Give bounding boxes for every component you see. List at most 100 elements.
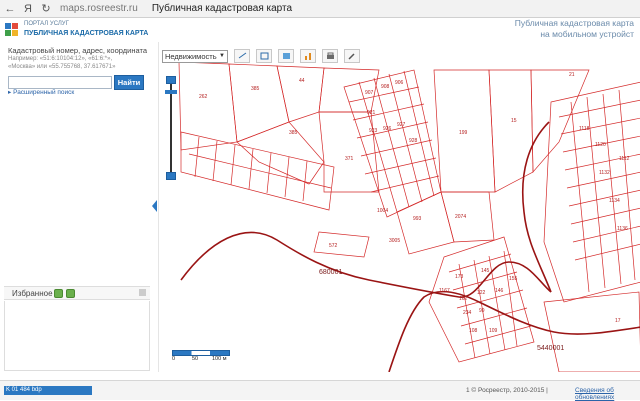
- cadastral-map[interactable]: 262 385 44 385 371 199 15 21 907 908 906 921 923 926 9…: [158, 42, 640, 372]
- zoom-in-button[interactable]: [166, 76, 176, 84]
- yandex-button[interactable]: Я: [20, 3, 36, 15]
- reload-icon[interactable]: ↻: [38, 2, 54, 15]
- favorites-label: Избранное: [12, 289, 53, 298]
- parcel-number-label[interactable]: 908: [381, 84, 390, 90]
- parcel-number-label[interactable]: 907: [365, 90, 374, 96]
- zoom-out-button[interactable]: [166, 172, 176, 180]
- scale-tick: 50: [192, 356, 199, 362]
- parcel-number-label[interactable]: 155: [509, 276, 518, 282]
- mobile-promo-line1: Публичная кадастровая карта: [514, 18, 634, 28]
- logo-line2: ПУБЛИЧНАЯ КАДАСТРОВАЯ КАРТА: [24, 30, 149, 37]
- portal-logo[interactable]: ПОРТАЛ УСЛУГ ПУБЛИЧНАЯ КАДАСТРОВАЯ КАРТА: [4, 20, 148, 38]
- updates-link[interactable]: Сведения об обновлениях: [575, 387, 640, 401]
- parcel-number-label[interactable]: 162: [459, 296, 468, 302]
- parcel-number-label[interactable]: 1004: [377, 208, 388, 214]
- scale-tick: 0: [172, 356, 176, 362]
- wrench-icon: [348, 53, 355, 60]
- parcel-number-label[interactable]: 1136: [617, 226, 628, 232]
- ruler-icon: [238, 52, 247, 59]
- parcel-371: [318, 111, 380, 193]
- parcel-number-label[interactable]: 109: [489, 328, 498, 334]
- info-tool-button[interactable]: [256, 49, 272, 63]
- chart-tool-button[interactable]: [300, 49, 316, 63]
- parcel-number-label[interactable]: 385: [289, 130, 298, 136]
- add-favorite-icon[interactable]: [54, 289, 63, 298]
- parcel-number-label[interactable]: 199: [459, 130, 468, 136]
- parcel-number-label[interactable]: 921: [367, 110, 376, 116]
- parcel-number-label[interactable]: 146: [495, 288, 504, 294]
- parcel-number-label[interactable]: 173: [455, 274, 464, 280]
- parcel-number-label[interactable]: 1120: [595, 142, 606, 148]
- parcel-number-label[interactable]: 371: [345, 156, 354, 162]
- parcel-number-label[interactable]: 145: [481, 268, 490, 274]
- url-field[interactable]: maps.rosreestr.ru: [60, 3, 138, 14]
- parcel-number-label[interactable]: 927: [397, 122, 406, 128]
- parcel-44: [276, 65, 325, 123]
- parcel-number-label[interactable]: 262: [199, 94, 208, 100]
- right-parcel-cluster: [543, 81, 640, 303]
- collapse-favorites-icon[interactable]: [139, 289, 146, 296]
- parcel-number-label[interactable]: 1112: [619, 156, 630, 162]
- central-grid: [343, 69, 442, 218]
- parcel-number-label[interactable]: 234: [463, 310, 472, 316]
- zoom-slider[interactable]: [165, 76, 177, 180]
- parcel-number-label[interactable]: 1118: [579, 126, 590, 132]
- parcel-21: [530, 69, 590, 173]
- parcel-number-label[interactable]: 1132: [599, 170, 610, 176]
- parcel-2074: [440, 191, 495, 243]
- parcel-number-label[interactable]: 572: [329, 243, 338, 249]
- search-example-1: Например: «51:6:10104:12», «61:6:*»,: [8, 56, 113, 62]
- measure-tool-button[interactable]: [234, 49, 250, 63]
- logo-line1: ПОРТАЛ УСЛУГ: [24, 21, 69, 27]
- info-icon: [260, 52, 269, 60]
- copyright-text: 1 © Росреестр, 2010-2015 |: [466, 387, 548, 394]
- parcel-15: [488, 69, 534, 193]
- block-label: 5440001: [537, 345, 564, 352]
- chart-icon: [305, 53, 311, 60]
- parcel-number-label[interactable]: 17: [615, 318, 621, 324]
- settings-tool-button[interactable]: [344, 49, 360, 63]
- block-boundary-right: [521, 121, 552, 293]
- layer-select[interactable]: Недвижимость ▼: [162, 49, 228, 63]
- rosreestr-logo-icon: [4, 21, 20, 37]
- parcel-number-label[interactable]: 1134: [609, 198, 620, 204]
- parcel-number-label[interactable]: 385: [251, 86, 260, 92]
- print-tool-button[interactable]: [322, 49, 338, 63]
- export-favorite-icon[interactable]: [66, 289, 75, 298]
- parcel-number-label[interactable]: 1167: [439, 288, 450, 294]
- parcel-number-label[interactable]: 906: [395, 80, 404, 86]
- layers-tool-button[interactable]: [278, 49, 294, 63]
- parcel-385b: [236, 121, 325, 185]
- parcel-number-label[interactable]: 44: [299, 78, 305, 84]
- collapse-panel-icon[interactable]: [152, 200, 157, 212]
- favorites-header: Избранное: [4, 286, 150, 300]
- parcel-number-label[interactable]: 928: [409, 138, 418, 144]
- block-label: 680001: [319, 269, 342, 276]
- find-button[interactable]: Найти: [114, 75, 144, 90]
- parcel-number-label[interactable]: 21: [569, 72, 575, 78]
- left-panel: Кадастровый номер, адрес, координата Нап…: [0, 42, 152, 372]
- back-arrow-icon[interactable]: ←: [2, 3, 18, 15]
- zoom-handle[interactable]: [165, 90, 177, 94]
- browser-bar: ← Я ↻ maps.rosreestr.ru Публичная кадаст…: [0, 0, 640, 18]
- parcel-number-label[interactable]: 993: [413, 216, 422, 222]
- parcel-number-label[interactable]: 923: [369, 128, 378, 134]
- parcel-572: [313, 231, 370, 258]
- parcel-number-label[interactable]: 3005: [389, 238, 400, 244]
- favorites-list: [4, 301, 150, 371]
- layer-select-value: Недвижимость: [165, 51, 217, 61]
- parcel-number-label[interactable]: 108: [469, 328, 478, 334]
- parcel-993: [396, 191, 455, 255]
- parcel-number-label[interactable]: 2074: [455, 214, 466, 220]
- parcel-number-label[interactable]: 122: [477, 290, 486, 296]
- parcel-labels: 262 385 44 385 371 199 15 21 907 908 906 921 923 926 9…: [199, 72, 630, 334]
- parcel-number-label[interactable]: 926: [383, 126, 392, 132]
- parcel-number-label[interactable]: 99: [479, 308, 485, 314]
- parcel-number-label[interactable]: 15: [511, 118, 517, 124]
- scale-tick: 100 м: [212, 356, 227, 362]
- coordinate-readout: K 01 484 bdp: [4, 386, 92, 395]
- mobile-promo-link[interactable]: Публичная кадастровая карта на мобильном…: [515, 18, 634, 40]
- mobile-promo-line2: на мобильном устройст: [540, 29, 634, 39]
- map-canvas[interactable]: 262 385 44 385 371 199 15 21 907 908 906 921 923 926 9…: [159, 42, 640, 372]
- advanced-search-link[interactable]: ▸ Расширенный поиск: [8, 88, 74, 96]
